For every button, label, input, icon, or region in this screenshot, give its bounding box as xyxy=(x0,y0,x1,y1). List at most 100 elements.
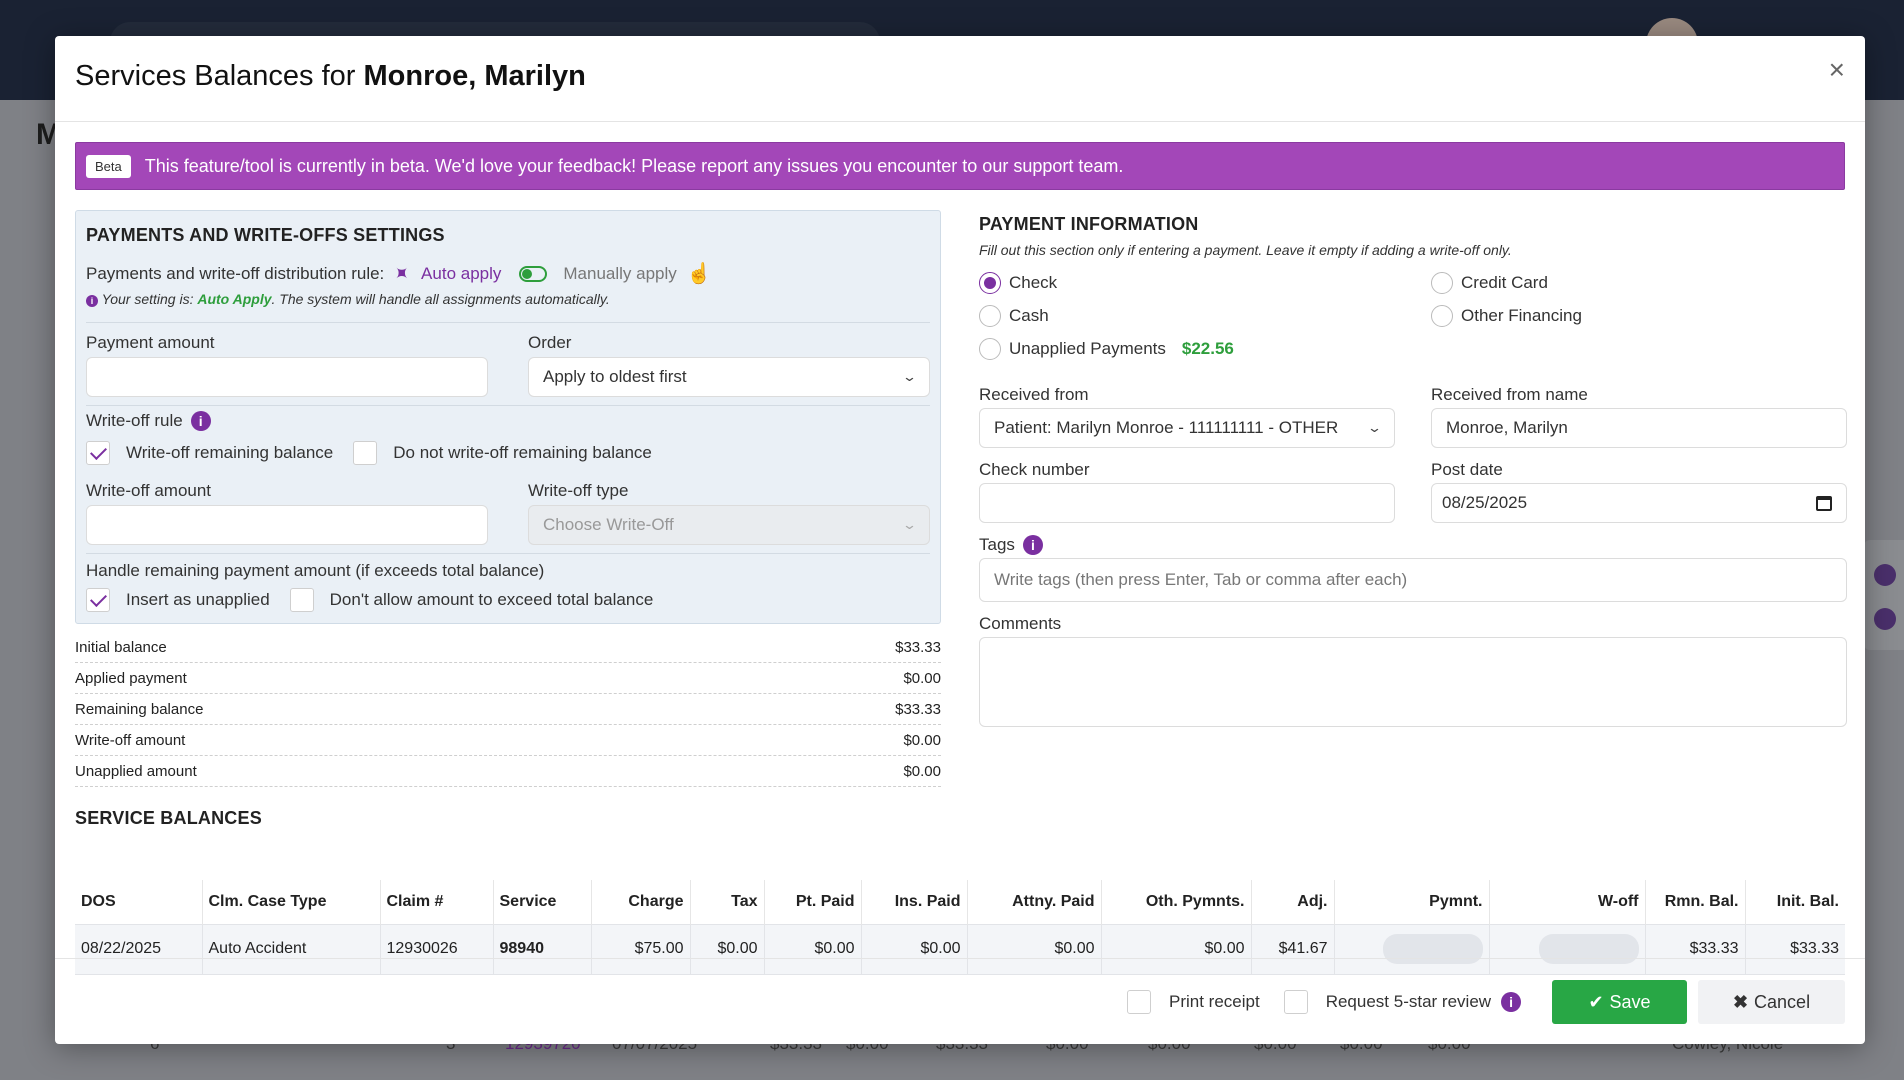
dont-exceed-label: Don't allow amount to exceed total balan… xyxy=(329,590,654,609)
beta-message: This feature/tool is currently in beta. … xyxy=(144,155,1124,176)
writeoff-amount-label: Write-off amount xyxy=(86,481,212,500)
check-label: Check xyxy=(1009,273,1058,292)
writeoff-options-row: Write-off remaining balance Do not write… xyxy=(86,441,652,465)
save-button[interactable]: ✔ Save xyxy=(1552,980,1687,1024)
writeoff-amount-input[interactable] xyxy=(86,505,488,545)
method-other-financing[interactable]: Other Financing xyxy=(1431,305,1582,327)
summary-value: $0.00 xyxy=(903,731,941,749)
setting-note-suffix: . The system will handle all assignments… xyxy=(271,291,610,307)
gear-icon xyxy=(1874,564,1896,586)
writeoff-remaining-checkbox[interactable] xyxy=(86,441,110,465)
close-icon: ✖ xyxy=(1732,991,1749,1012)
chevron-down-icon: ⌄ xyxy=(1366,420,1383,435)
print-receipt-checkbox[interactable] xyxy=(1127,990,1151,1014)
insert-unapplied-checkbox[interactable] xyxy=(86,588,110,612)
writeoff-rule-row: Write-off rule i xyxy=(86,411,211,431)
divider xyxy=(86,553,930,554)
setting-note-prefix: Your setting is: xyxy=(101,291,198,307)
unapplied-radio[interactable] xyxy=(979,338,1001,360)
summary-value: $33.33 xyxy=(895,700,941,718)
method-check[interactable]: Check xyxy=(979,272,1057,294)
order-label: Order xyxy=(528,333,572,352)
service-balances-title: SERVICE BALANCES xyxy=(75,808,262,828)
request-review-checkbox[interactable] xyxy=(1283,990,1308,1014)
method-credit-card[interactable]: Credit Card xyxy=(1431,272,1548,294)
auto-apply-label[interactable]: Auto apply xyxy=(421,264,501,284)
dont-exceed-checkbox[interactable] xyxy=(289,588,314,612)
credit-card-radio[interactable] xyxy=(1431,272,1453,294)
other-financing-radio[interactable] xyxy=(1431,305,1453,327)
info-icon[interactable]: i xyxy=(1501,992,1522,1012)
setting-note-value: Auto Apply xyxy=(197,291,272,307)
unapplied-amount: $22.56 xyxy=(1181,339,1234,358)
info-icon: i xyxy=(86,295,98,307)
check-icon: ✔ xyxy=(1588,991,1604,1012)
received-from-label: Received from xyxy=(979,385,1089,404)
hand-pointer-icon: ☝ xyxy=(686,263,712,285)
no-writeoff-remaining-checkbox[interactable] xyxy=(353,441,378,465)
writeoff-remaining-label: Write-off remaining balance xyxy=(126,443,334,462)
close-icon[interactable]: × xyxy=(1829,56,1845,84)
col-header-ins-paid: Ins. Paid xyxy=(861,880,968,924)
other-financing-label: Other Financing xyxy=(1461,306,1582,325)
comments-label: Comments xyxy=(979,614,1062,633)
order-select[interactable]: Apply to oldest first ⌄ xyxy=(528,357,930,397)
received-from-value: Patient: Marilyn Monroe - 111111111 - OT… xyxy=(994,418,1339,437)
credit-card-label: Credit Card xyxy=(1461,273,1548,292)
distribution-rule-row: Payments and write-off distribution rule… xyxy=(86,260,712,287)
cancel-button[interactable]: ✖ Cancel xyxy=(1698,980,1845,1024)
col-header-oth-pymnts: Oth. Pymnts. xyxy=(1101,880,1252,924)
summary-row: Write-off amount $0.00 xyxy=(75,725,941,756)
received-from-name-input[interactable]: Monroe, Marilyn xyxy=(1431,408,1847,448)
check-number-label: Check number xyxy=(979,460,1090,479)
col-header-charge: Charge xyxy=(591,880,691,924)
col-header-adj: Adj. xyxy=(1251,880,1335,924)
table-header-row: DOS Clm. Case Type Claim # Service Charg… xyxy=(75,880,1845,924)
method-cash[interactable]: Cash xyxy=(979,305,1049,327)
col-header-service: Service xyxy=(493,880,592,924)
save-label: Save xyxy=(1609,991,1651,1012)
distribution-rule-label: Payments and write-off distribution rule… xyxy=(86,263,385,283)
cash-radio[interactable] xyxy=(979,305,1001,327)
received-from-select[interactable]: Patient: Marilyn Monroe - 111111111 - OT… xyxy=(979,408,1395,448)
modal-title-prefix: Services Balances for xyxy=(75,60,364,92)
payment-amount-input[interactable] xyxy=(86,357,488,397)
chevron-down-icon: ⌄ xyxy=(901,517,918,532)
col-header-init-bal: Init. Bal. xyxy=(1776,892,1839,910)
modal-header: Services Balances for Monroe, Marilyn × xyxy=(55,36,1865,122)
check-number-input[interactable] xyxy=(979,483,1395,523)
payments-writeoffs-settings: PAYMENTS AND WRITE-OFFS SETTINGS Payment… xyxy=(75,210,941,624)
distribution-toggle[interactable] xyxy=(519,265,548,282)
info-icon[interactable]: i xyxy=(1022,535,1043,555)
calendar-icon[interactable] xyxy=(1816,495,1832,511)
payment-info-title: PAYMENT INFORMATION xyxy=(979,214,1199,234)
no-writeoff-remaining-label: Do not write-off remaining balance xyxy=(393,443,652,462)
payment-info-subtitle: Fill out this section only if entering a… xyxy=(979,242,1512,258)
col-header-claim: Claim # xyxy=(380,880,494,924)
services-balances-modal: Services Balances for Monroe, Marilyn × … xyxy=(55,36,1865,1044)
payment-amount-label: Payment amount xyxy=(86,333,215,352)
tags-input[interactable]: Write tags (then press Enter, Tab or com… xyxy=(979,558,1847,602)
post-date-label: Post date xyxy=(1431,460,1503,479)
summary-row: Applied payment $0.00 xyxy=(75,663,941,694)
post-date-input[interactable]: 08/25/2025 xyxy=(1431,483,1847,523)
tags-label: Tags xyxy=(979,535,1015,554)
method-unapplied[interactable]: Unapplied Payments $22.56 xyxy=(979,338,1234,360)
handle-remaining-row: Insert as unapplied Don't allow amount t… xyxy=(86,588,653,612)
received-from-name-label: Received from name xyxy=(1431,385,1588,404)
summary-row: Initial balance $33.33 xyxy=(75,632,941,663)
manually-apply-label[interactable]: Manually apply xyxy=(563,264,676,284)
comments-textarea[interactable] xyxy=(979,637,1847,727)
writeoff-type-select[interactable]: Choose Write-Off ⌄ xyxy=(528,505,930,545)
info-icon[interactable]: i xyxy=(190,411,211,431)
writeoff-rule-label: Write-off rule xyxy=(86,411,183,430)
col-header-case-type: Clm. Case Type xyxy=(202,880,381,924)
tools-icon xyxy=(1874,608,1896,630)
summary-label: Write-off amount xyxy=(75,731,186,749)
summary-value: $0.00 xyxy=(903,669,941,687)
col-header-pymnt: Pymnt. xyxy=(1334,880,1490,924)
summary-label: Initial balance xyxy=(75,638,167,656)
check-radio[interactable] xyxy=(979,272,1001,294)
summary-row: Unapplied amount $0.00 xyxy=(75,756,941,787)
col-header-rmn-bal: Rmn. Bal. xyxy=(1645,880,1746,924)
